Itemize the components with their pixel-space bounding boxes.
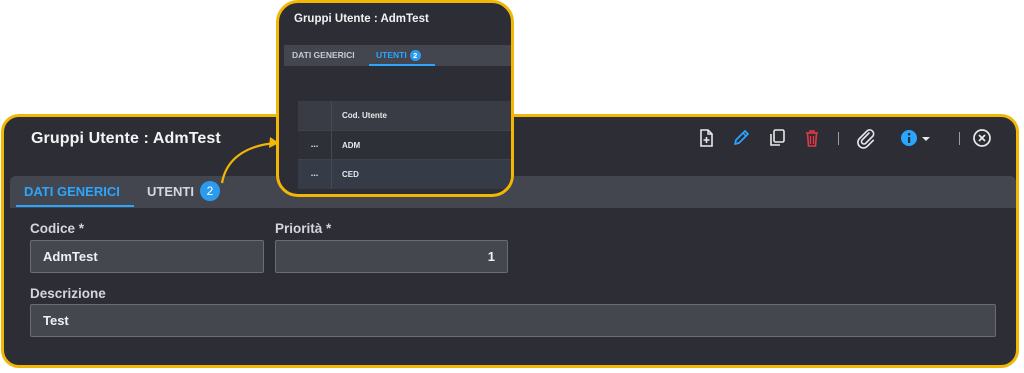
- zoom-title: Gruppi Utente : AdmTest: [294, 13, 429, 25]
- tab-utenti[interactable]: UTENTI 2: [147, 176, 220, 208]
- row-actions-button[interactable]: ...: [298, 131, 332, 160]
- zoom-tab-utenti[interactable]: UTENTI 2: [376, 45, 421, 66]
- copy-icon[interactable]: [766, 127, 788, 149]
- cell-cod-utente: CED: [342, 170, 359, 179]
- tab-label: DATI GENERICI: [24, 184, 120, 199]
- count-badge: 2: [199, 181, 220, 201]
- table-row[interactable]: ... ADM: [298, 130, 511, 160]
- delete-trash-icon[interactable]: [801, 127, 823, 149]
- close-icon[interactable]: [971, 127, 993, 149]
- tab-label: DATI GENERICI: [292, 50, 355, 60]
- row-actions-button[interactable]: ...: [298, 160, 332, 189]
- priorita-input[interactable]: 1: [275, 240, 508, 273]
- zoom-panel: Gruppi Utente : AdmTest DATI GENERICI UT…: [276, 0, 514, 197]
- descrizione-input[interactable]: Test: [30, 304, 996, 337]
- tab-label: UTENTI: [376, 50, 407, 60]
- header-action-cell: [298, 101, 332, 130]
- new-document-icon[interactable]: [695, 127, 717, 149]
- attachment-paperclip-icon[interactable]: [855, 127, 877, 149]
- chevron-down-icon[interactable]: [919, 127, 933, 149]
- zoom-tab-dati-generici[interactable]: DATI GENERICI: [292, 45, 355, 66]
- edit-pencil-icon[interactable]: [730, 127, 752, 149]
- zoom-tab-bar: DATI GENERICI UTENTI 2: [284, 45, 511, 66]
- tab-label: UTENTI: [147, 184, 194, 199]
- table-header: Cod. Utente: [298, 101, 511, 130]
- column-header-cod-utente[interactable]: Cod. Utente: [342, 101, 387, 130]
- tab-dati-generici[interactable]: DATI GENERICI: [24, 176, 120, 208]
- toolbar-separator: [959, 132, 960, 145]
- active-tab-indicator: [16, 205, 134, 207]
- descrizione-label: Descrizione: [30, 286, 106, 301]
- info-icon[interactable]: [898, 127, 920, 149]
- active-tab-indicator: [369, 64, 435, 66]
- cell-cod-utente: ADM: [342, 141, 361, 150]
- codice-label: Codice *: [30, 221, 85, 236]
- priorita-label: Priorità *: [275, 221, 332, 236]
- toolbar-separator: [838, 132, 839, 145]
- table-row[interactable]: ... CED: [298, 159, 511, 189]
- count-badge: 2: [409, 50, 421, 61]
- codice-input[interactable]: AdmTest: [30, 240, 264, 273]
